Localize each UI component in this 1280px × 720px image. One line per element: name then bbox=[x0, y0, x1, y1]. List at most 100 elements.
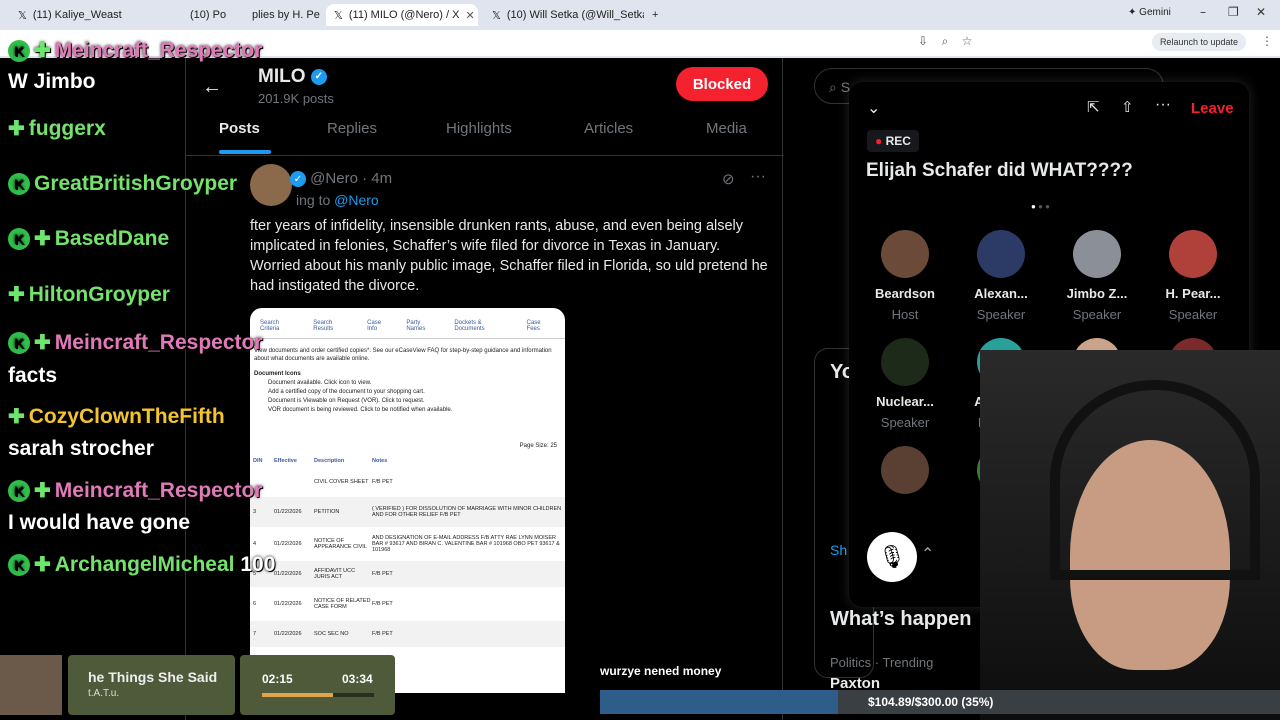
participant-role: Speaker bbox=[1072, 307, 1122, 322]
blocked-button[interactable]: Blocked bbox=[676, 67, 768, 101]
chat-line: ✚ fuggerx bbox=[8, 117, 106, 140]
chat-line: K ✚ BasedDane bbox=[8, 226, 169, 251]
new-tab-button[interactable]: + bbox=[644, 4, 664, 26]
webcam-overlay bbox=[980, 350, 1280, 720]
close-window-icon[interactable]: ✕ bbox=[1256, 5, 1266, 19]
participant-role: Host bbox=[891, 307, 919, 322]
bookmark-icon[interactable]: ☆ bbox=[960, 34, 974, 48]
plus-icon: ✚ bbox=[34, 40, 51, 62]
tweet-handle: ✓ @Nero · 4m bbox=[290, 170, 392, 188]
docket-table: DIN Effective Description Notes CIVIL COVER… bbox=[250, 455, 565, 647]
relaunch-button[interactable]: Relaunch to update bbox=[1151, 33, 1246, 51]
participant-role: Speaker bbox=[880, 415, 930, 430]
tab-2[interactable]: (10) Po bbox=[182, 4, 242, 26]
tab-will-setka[interactable]: 𝕏(10) Will Setka (@Will_Setka) / X✕ bbox=[484, 4, 644, 26]
album-art bbox=[0, 655, 62, 715]
tab-highlights[interactable]: Highlights bbox=[446, 120, 512, 137]
more-icon[interactable]: ··· bbox=[1155, 96, 1171, 114]
share-icon[interactable]: ⇧ bbox=[1121, 98, 1134, 116]
document-intro: View documents and order certified copie… bbox=[254, 348, 552, 362]
leave-button[interactable]: Leave bbox=[1191, 100, 1234, 117]
participant[interactable]: Nuclear... Speaker bbox=[857, 338, 953, 430]
participant[interactable]: Beardson Host bbox=[857, 230, 953, 322]
more-icon[interactable]: ··· bbox=[750, 168, 766, 186]
progress-track bbox=[262, 693, 374, 697]
kick-icon: K bbox=[8, 554, 30, 577]
verified-icon: ✓ bbox=[310, 68, 327, 85]
plus-icon: ✚ bbox=[34, 228, 51, 250]
chat-line: K ✚ Meincraft_Respector bbox=[8, 38, 263, 63]
tab-milo[interactable]: 𝕏 (11) MILO (@Nero) / X ✕ bbox=[326, 4, 478, 26]
plus-icon: ✚ bbox=[8, 284, 25, 306]
back-arrow-icon[interactable]: ← bbox=[202, 76, 222, 99]
kick-icon: K bbox=[8, 480, 30, 503]
progress-fill bbox=[262, 693, 333, 697]
tweet-media-document[interactable]: Search Criteria Search Results Case Info Pa… bbox=[250, 308, 565, 693]
active-tab-indicator bbox=[219, 150, 271, 154]
music-widget: he Things She Said t.A.T.u. 02:15 03:34 bbox=[0, 655, 395, 720]
goal-message: wurzye nened money bbox=[600, 664, 722, 678]
rec-badge: ● REC bbox=[867, 130, 919, 152]
participant-name: Alexan... bbox=[974, 286, 1028, 301]
participant[interactable]: H. Pear... Speaker bbox=[1145, 230, 1241, 322]
plus-icon: ✚ bbox=[34, 554, 51, 576]
gemini-button[interactable]: ✦ Gemini bbox=[1128, 7, 1171, 18]
post-count: 201.9K posts bbox=[258, 91, 334, 106]
avatar[interactable] bbox=[250, 164, 292, 206]
kick-icon: K bbox=[8, 332, 30, 355]
kick-icon: K bbox=[8, 228, 30, 251]
tweet-text: fter years of infidelity, insensible dru… bbox=[250, 218, 768, 294]
close-icon[interactable]: ✕ bbox=[465, 9, 474, 22]
microphone-icon: 🎙 bbox=[878, 544, 906, 569]
whats-happening-title: What’s happen bbox=[830, 608, 972, 630]
chat-message: W Jimbo bbox=[8, 70, 96, 93]
divider bbox=[186, 155, 784, 156]
tab-posts[interactable]: Posts bbox=[219, 120, 260, 137]
chat-line: K ✚ Meincraft_Respector bbox=[8, 330, 263, 355]
donation-goal-bar: $104.89/$300.00 (35%) bbox=[600, 690, 1280, 714]
avatar bbox=[1073, 230, 1121, 278]
tab-kaliye[interactable]: 𝕏 (11) Kaliye_Weast bbox=[10, 4, 180, 26]
trend-category: Politics · Trending bbox=[830, 655, 934, 670]
participant[interactable]: Alexan... Speaker bbox=[953, 230, 1049, 322]
plus-icon: ✚ bbox=[8, 406, 25, 428]
document-legend-title: Document Icons bbox=[254, 371, 301, 377]
tab-media[interactable]: Media bbox=[706, 120, 747, 137]
show-more-link[interactable]: Sh bbox=[830, 542, 847, 558]
chat-line: ✚ CozyClownTheFifth bbox=[8, 405, 225, 428]
menu-icon[interactable]: ⋮ bbox=[1260, 34, 1274, 48]
participant[interactable] bbox=[857, 446, 953, 502]
plus-icon: ✚ bbox=[34, 480, 51, 502]
profile-name: MILO ✓ bbox=[258, 66, 327, 88]
participant[interactable]: Jimbo Z... Speaker bbox=[1049, 230, 1145, 322]
kick-icon: K bbox=[8, 40, 30, 63]
participant-name: Beardson bbox=[875, 286, 935, 301]
participant-name: Nuclear... bbox=[876, 394, 934, 409]
x-icon: 𝕏 bbox=[334, 9, 343, 22]
tab-articles[interactable]: Articles bbox=[584, 120, 633, 137]
page-size: Page Size: 25 bbox=[519, 443, 557, 449]
x-main-column: ← MILO ✓ 201.9K posts Blocked Posts Repl… bbox=[185, 58, 784, 720]
chat-message: I would have gone bbox=[8, 511, 191, 534]
chat-line: K ✚ ArchangelMicheal 100 bbox=[8, 552, 275, 577]
chat-line: ✚ HiltonGroyper bbox=[8, 283, 170, 306]
zoom-icon[interactable]: ⌕ bbox=[938, 34, 952, 48]
verified-icon: ✓ bbox=[290, 171, 306, 188]
kick-icon: K bbox=[8, 173, 30, 196]
tab-replies[interactable]: Replies bbox=[327, 120, 377, 137]
document-legend: Document available. Click icon to view. … bbox=[268, 380, 453, 413]
collapse-icon[interactable]: ⌄ bbox=[867, 98, 880, 118]
x-icon: 𝕏 bbox=[18, 9, 27, 22]
chevron-up-icon[interactable]: ⌃ bbox=[921, 544, 934, 564]
minimize-icon[interactable]: – bbox=[1200, 5, 1206, 19]
install-icon[interactable]: ⇩ bbox=[916, 34, 930, 48]
tab-3[interactable]: plies by H. Pe✕ bbox=[244, 4, 322, 26]
minimize-space-icon[interactable]: ⇱ bbox=[1087, 98, 1100, 116]
chat-line: K GreatBritishGroyper bbox=[8, 172, 237, 196]
avatar bbox=[881, 230, 929, 278]
table-row: CIVIL COVER SHEET F/B PET bbox=[314, 479, 393, 485]
grok-icon[interactable]: ⊘ bbox=[722, 170, 735, 188]
plus-icon: ✚ bbox=[34, 332, 51, 354]
restore-icon[interactable]: ❐ bbox=[1228, 5, 1239, 19]
microphone-button[interactable]: 🎙 bbox=[867, 532, 917, 582]
